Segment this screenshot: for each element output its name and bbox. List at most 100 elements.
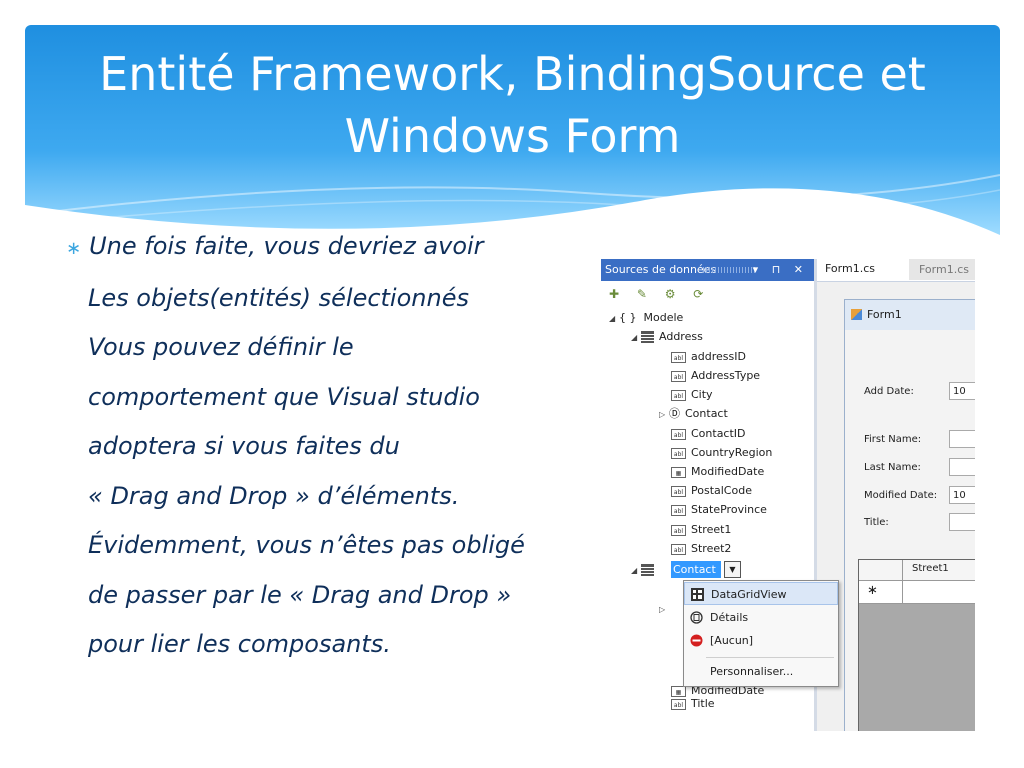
label-first-name: First Name:: [864, 434, 922, 445]
contact-node-dropdown[interactable]: Contact ▼: [671, 561, 743, 578]
tree-field[interactable]: abl Street1: [671, 520, 731, 539]
collapsed-arrow-icon[interactable]: ▷: [659, 405, 669, 424]
tree-field-label: PostalCode: [691, 484, 752, 497]
body-line: « Drag and Drop » d’éléments.: [88, 481, 460, 510]
panel-grip: [703, 267, 755, 273]
tree-field-label: City: [691, 388, 713, 401]
tree-node-address[interactable]: ◢ Address: [631, 327, 703, 346]
tree-field-contact-relation[interactable]: ▷ Ⓓ Contact: [659, 404, 728, 423]
grid-cell-divider: [902, 581, 903, 603]
menu-item-label: Détails: [710, 611, 749, 624]
tree-field[interactable]: abl PostalCode: [671, 481, 752, 500]
grid-corner-cell: [859, 560, 903, 580]
control-type-menu: DataGridView Détails [Aucun] Personnalis…: [683, 580, 839, 687]
label-modified-date: Modified Date:: [864, 490, 938, 501]
grid-new-row[interactable]: ∗: [859, 581, 975, 604]
tree-field[interactable]: abl City: [671, 385, 713, 404]
body-line: Les objets(entités) sélectionnés: [88, 283, 469, 312]
tab-form1-cs-design[interactable]: Form1.cs: [909, 259, 975, 280]
body-line: Évidemment, vous n’êtes pas obligé: [88, 531, 525, 559]
tree-field-label: Contact: [685, 407, 728, 420]
form1-title: Form1: [867, 308, 902, 321]
tree-field[interactable]: abl AddressType: [671, 366, 760, 385]
tab-form1-cs[interactable]: Form1.cs: [825, 262, 875, 275]
tree-field[interactable]: abl ContactID: [671, 424, 746, 443]
bullet-icon: ∗: [66, 238, 82, 259]
new-row-icon: ∗: [867, 583, 878, 598]
text-field-icon: abl: [671, 428, 686, 440]
tree-field-label: AddressType: [691, 369, 761, 382]
expanded-arrow-icon[interactable]: ◢: [631, 561, 641, 580]
text-field-icon: abl: [671, 485, 686, 497]
tree-field-label: addressID: [691, 350, 746, 363]
label-add-date: Add Date:: [864, 386, 914, 397]
table-icon: [641, 331, 654, 343]
tree-field-label: ModifiedDate: [691, 465, 765, 478]
last-name-input[interactable]: [949, 458, 975, 476]
contact-node-label[interactable]: Contact: [671, 561, 721, 578]
slide-header: Entité Framework, BindingSource et Windo…: [25, 25, 1000, 235]
date-field-icon: ▦: [671, 466, 686, 478]
text-field-icon: abl: [671, 543, 686, 555]
text-field-icon: abl: [671, 389, 686, 401]
text-field-icon: abl: [671, 524, 686, 536]
menu-item-customize[interactable]: Personnaliser...: [684, 660, 838, 683]
details-icon: Ⓓ: [669, 407, 680, 420]
slide-title-line-2: Windows Form: [344, 109, 681, 163]
menu-item-label: Personnaliser...: [710, 665, 794, 678]
body-line: de passer par le « Drag and Drop »: [88, 580, 512, 609]
expanded-arrow-icon[interactable]: ◢: [609, 309, 619, 328]
tree-node-modele[interactable]: ◢{ } Modele: [609, 308, 683, 327]
form1-window[interactable]: Form1 Add Date: 10 First Name: Last Name…: [844, 299, 975, 731]
text-field-icon: abl: [671, 504, 686, 516]
menu-item-datagridview[interactable]: DataGridView: [684, 582, 838, 605]
tree-field[interactable]: abl Street2: [671, 539, 731, 558]
menu-item-none[interactable]: [Aucun]: [684, 629, 838, 652]
menu-separator: [706, 657, 834, 658]
text-field-icon: abl: [671, 698, 686, 710]
first-name-input[interactable]: [949, 430, 975, 448]
tree-field[interactable]: abl Title: [671, 694, 715, 713]
data-sources-panel-header: Sources de données ▾ ⊓ ✕: [601, 259, 814, 281]
grid-header-row: Street1: [859, 560, 975, 581]
tree-field[interactable]: abl StateProvince: [671, 500, 767, 519]
body-line: pour lier les composants.: [88, 630, 391, 658]
no-entry-icon: [690, 634, 703, 647]
collapsed-arrow-icon[interactable]: ▷: [659, 600, 669, 619]
data-sources-panel-title: Sources de données: [605, 263, 717, 276]
label-title: Title:: [864, 517, 889, 528]
visual-studio-screenshot: Sources de données ▾ ⊓ ✕ ✚ ✎ ⚙ ⟳ ◢{ } Mo…: [601, 259, 975, 731]
dropdown-arrow-button[interactable]: ▼: [724, 561, 741, 578]
tree-field[interactable]: abl CountryRegion: [671, 443, 772, 462]
body-line-text: Une fois faite, vous devriez avoir: [89, 232, 484, 260]
tree-field-label: StateProvince: [691, 503, 767, 516]
tree-field[interactable]: ▦ ModifiedDate: [671, 462, 764, 481]
menu-item-details[interactable]: Détails: [684, 606, 838, 629]
tree-node-contact[interactable]: ◢: [631, 560, 659, 579]
title-input[interactable]: [949, 513, 975, 531]
body-line: adoptera si vous faites du: [88, 432, 400, 460]
tree-field-label: CountryRegion: [691, 446, 773, 459]
panel-window-controls[interactable]: ▾ ⊓ ✕: [753, 259, 808, 281]
data-sources-toolbar[interactable]: ✚ ✎ ⚙ ⟳: [609, 287, 710, 301]
details-icon: [690, 611, 703, 624]
tree-field-label: Street1: [691, 523, 732, 536]
data-grid-view[interactable]: Street1 ∗: [858, 559, 975, 731]
datagridview-icon: [691, 588, 704, 601]
add-date-picker[interactable]: 10: [949, 382, 975, 400]
slide-title: Entité Framework, BindingSource et Windo…: [25, 43, 1000, 167]
menu-item-label: [Aucun]: [710, 634, 754, 647]
menu-item-label: DataGridView: [711, 588, 787, 601]
modified-date-picker[interactable]: 10: [949, 486, 975, 504]
form1-titlebar: Form1: [845, 300, 975, 330]
text-field-icon: abl: [671, 447, 686, 459]
expanded-arrow-icon[interactable]: ◢: [631, 328, 641, 347]
table-icon: [641, 564, 654, 576]
tree-collapsed-node[interactable]: ▷: [659, 599, 669, 618]
grid-column-street1[interactable]: Street1: [912, 563, 949, 574]
body-line: ∗ Une fois faite, vous devriez avoir: [66, 222, 588, 274]
text-field-icon: abl: [671, 351, 686, 363]
tree-field[interactable]: abl addressID: [671, 347, 746, 366]
body-line: comportement que Visual studio: [88, 382, 480, 411]
form-designer-surface: Form1 Add Date: 10 First Name: Last Name…: [817, 282, 975, 731]
